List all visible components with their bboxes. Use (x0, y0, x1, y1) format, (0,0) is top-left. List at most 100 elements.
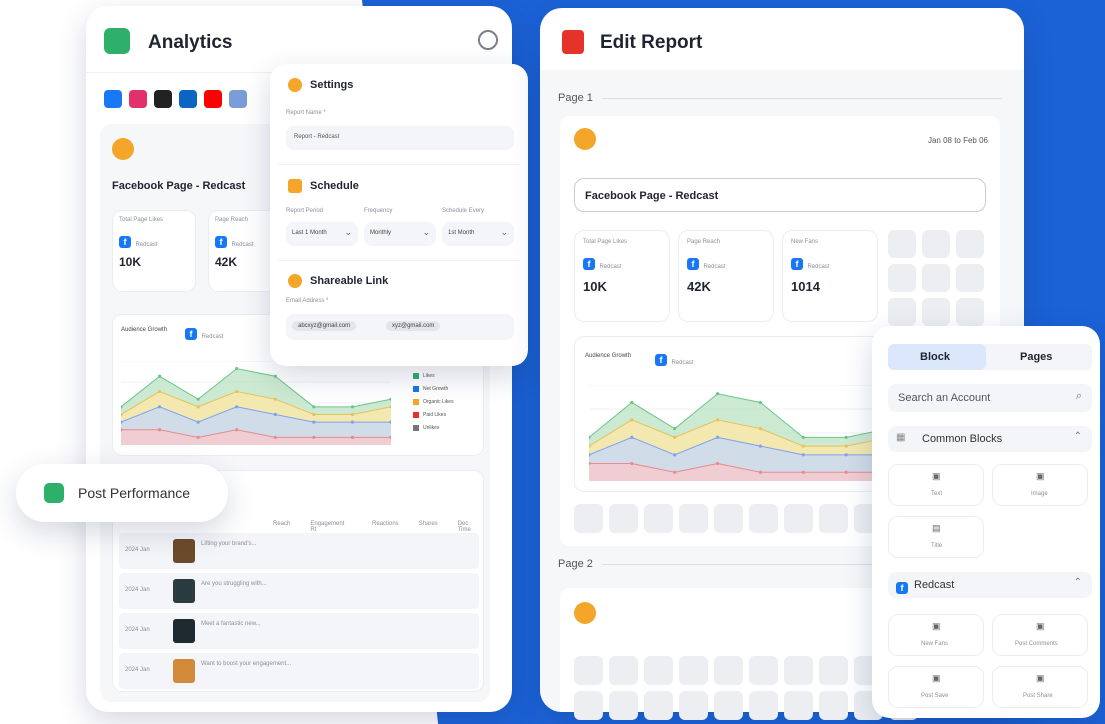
empty-slot[interactable] (609, 504, 638, 533)
report-name-label: Report Name * (286, 110, 326, 116)
empty-slot[interactable] (749, 691, 778, 720)
empty-slot[interactable] (644, 504, 673, 533)
x-icon[interactable] (154, 90, 172, 108)
empty-slot[interactable] (679, 656, 708, 685)
edit-report-title: Edit Report (600, 32, 703, 53)
empty-slot[interactable] (574, 691, 603, 720)
table-row[interactable]: 2024 Jan Meet a fantastic new... (119, 613, 479, 649)
stat-label: Page Reach (687, 239, 721, 245)
legend-label: Organic Likes (423, 399, 454, 405)
data-point (273, 412, 277, 417)
empty-slot[interactable] (749, 656, 778, 685)
empty-slot[interactable] (888, 298, 916, 326)
email-label: Email Address * (286, 298, 329, 304)
data-point (235, 389, 239, 394)
empty-slot[interactable] (956, 298, 984, 326)
empty-slot[interactable] (644, 691, 673, 720)
stat-card[interactable]: Total Page Likes f Redcast 10K (574, 230, 670, 322)
block-image[interactable]: ▣ Image (992, 464, 1088, 506)
empty-slot[interactable] (784, 691, 813, 720)
tab-block[interactable]: Block (888, 344, 986, 370)
search-input[interactable]: Search an Account ⌕ (888, 384, 1092, 412)
row-date: 2024 Jan (125, 587, 150, 593)
empty-slot[interactable] (609, 656, 638, 685)
period-select[interactable]: Last 1 Month ⌄ (286, 222, 358, 246)
every-select[interactable]: 1st Month ⌄ (442, 222, 514, 246)
redcast-header[interactable]: f Redcast ⌃ (888, 572, 1092, 598)
every-value: 1st Month (448, 230, 475, 236)
empty-slot[interactable] (819, 691, 848, 720)
empty-slot[interactable] (819, 656, 848, 685)
block-post-save[interactable]: ▣ Post Save (888, 666, 984, 708)
empty-slot[interactable] (679, 691, 708, 720)
table-header-cell[interactable]: Reach (273, 521, 290, 533)
period-value: Last 1 Month (292, 230, 327, 236)
empty-slot[interactable] (714, 656, 743, 685)
empty-slot[interactable] (679, 504, 708, 533)
empty-slot[interactable] (714, 504, 743, 533)
chevron-up-icon: ⌃ (1073, 577, 1082, 588)
gear-icon[interactable] (478, 30, 498, 50)
email-input[interactable]: abcxyz@gmail.com xyz@gmail.com (286, 314, 514, 340)
post-performance-chip[interactable]: Post Performance (16, 464, 228, 522)
post-performance-label: Post Performance (78, 485, 191, 501)
other-icon[interactable] (229, 90, 247, 108)
table-header-cell[interactable]: Shares (419, 521, 438, 533)
stat-card[interactable]: New Fans f Redcast 1014 (782, 230, 878, 322)
empty-slot[interactable] (784, 504, 813, 533)
common-blocks-header[interactable]: ▦ Common Blocks ⌃ (888, 426, 1092, 452)
block-post-comments[interactable]: ▣ Post Comments (992, 614, 1088, 656)
empty-slot[interactable] (609, 691, 638, 720)
tab-pages[interactable]: Pages (1020, 351, 1052, 363)
email-chip[interactable]: xyz@gmail.com (386, 321, 441, 331)
save-icon: ▣ (932, 673, 941, 683)
email-chip[interactable]: abcxyz@gmail.com (292, 321, 357, 331)
social-network-tabs (104, 90, 247, 108)
empty-slot[interactable] (749, 504, 778, 533)
legend-item: Organic Likes (413, 399, 454, 405)
empty-slot[interactable] (784, 656, 813, 685)
block-text[interactable]: ▣ Text (888, 464, 984, 506)
youtube-icon[interactable] (204, 90, 222, 108)
data-point (673, 470, 677, 474)
title-icon: ▤ (932, 523, 941, 533)
table-row[interactable]: 2024 Jan Lifting your brand's... (119, 533, 479, 569)
stat-label: Total Page Likes (119, 217, 164, 223)
block-title[interactable]: ▤ Title (888, 516, 984, 558)
empty-slot[interactable] (574, 656, 603, 685)
block-post-share[interactable]: ▣ Post Share (992, 666, 1088, 708)
empty-slot[interactable] (956, 230, 984, 258)
empty-slot[interactable] (922, 230, 950, 258)
data-point (758, 400, 763, 405)
instagram-icon[interactable] (129, 90, 147, 108)
table-header-cell[interactable]: Dec Time (458, 521, 483, 533)
empty-slot[interactable] (714, 691, 743, 720)
table-row[interactable]: 2024 Jan Want to boost your engagement... (119, 653, 479, 689)
empty-slot[interactable] (922, 264, 950, 292)
table-header-cell[interactable]: Reactions (372, 521, 399, 533)
linkedin-icon[interactable] (179, 90, 197, 108)
block-new-fans[interactable]: ▣ New Fans (888, 614, 984, 656)
report-name-input[interactable]: Report - Redcast (286, 126, 514, 150)
page-title-input[interactable]: Facebook Page - Redcast (574, 178, 986, 212)
empty-slot[interactable] (644, 656, 673, 685)
empty-slot[interactable] (888, 264, 916, 292)
table-row[interactable]: 2024 Jan Are you struggling with... (119, 573, 479, 609)
empty-slot[interactable] (819, 504, 848, 533)
empty-slot[interactable] (922, 298, 950, 326)
row-date: 2024 Jan (125, 547, 150, 553)
data-point (350, 412, 355, 417)
empty-slot[interactable] (956, 264, 984, 292)
empty-slot[interactable] (574, 504, 603, 533)
data-point (630, 418, 634, 422)
data-point (350, 435, 355, 439)
table-header-cell[interactable]: Engagement Rt (310, 521, 352, 533)
frequency-select[interactable]: Monthly ⌄ (364, 222, 436, 246)
pdf-icon (562, 30, 584, 54)
stat-value: 42K (687, 279, 711, 294)
facebook-icon[interactable] (104, 90, 122, 108)
stat-card[interactable]: Page Reach f Redcast 42K (678, 230, 774, 322)
search-icon: ⌕ (1075, 390, 1082, 402)
page-1-label: Page 1 (558, 92, 593, 104)
empty-slot[interactable] (888, 230, 916, 258)
